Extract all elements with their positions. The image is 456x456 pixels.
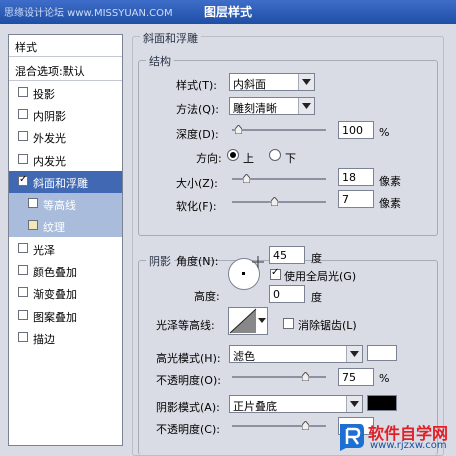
- highlight-opacity-label: 不透明度(O):: [156, 374, 221, 387]
- style-item-outer-glow[interactable]: 外发光: [9, 126, 122, 148]
- highlight-mode-label: 高光模式(H):: [156, 352, 221, 365]
- checkbox[interactable]: [18, 265, 28, 275]
- shadow-color-swatch[interactable]: [367, 395, 397, 411]
- bevel-emboss-legend: 斜面和浮雕: [140, 30, 201, 46]
- size-input[interactable]: 18: [338, 168, 374, 186]
- angle-label: 角度(N):: [176, 255, 219, 268]
- style-item-inner-glow[interactable]: 内发光: [9, 149, 122, 171]
- technique-label: 方法(Q):: [176, 103, 219, 116]
- checkbox[interactable]: [18, 109, 28, 119]
- checkbox[interactable]: [18, 243, 28, 253]
- chevron-down-icon: [350, 351, 359, 357]
- highlight-color-swatch[interactable]: [367, 345, 397, 361]
- style-item-color-overlay[interactable]: 颜色叠加: [9, 260, 122, 282]
- checkbox[interactable]: [28, 220, 38, 230]
- antialias-checkbox[interactable]: [283, 318, 294, 329]
- style-label: 样式(T):: [176, 79, 218, 92]
- crosshair-icon: [252, 256, 264, 268]
- dial-center-dot: [242, 272, 245, 275]
- slider-thumb[interactable]: [235, 125, 242, 134]
- depth-label: 深度(D):: [176, 128, 219, 141]
- style-select[interactable]: 内斜面: [229, 73, 315, 91]
- shadow-mode-label: 阴影模式(A):: [156, 401, 220, 414]
- style-list: 样式 混合选项:默认 投影 内阴影 外发光 内发光 斜面和浮雕 等高线 纹理 光…: [8, 34, 123, 446]
- soften-input[interactable]: 7: [338, 190, 374, 208]
- depth-input[interactable]: 100: [338, 121, 374, 139]
- direction-down-radio[interactable]: [269, 149, 281, 161]
- slider-thumb[interactable]: [243, 174, 250, 183]
- style-item-contour[interactable]: 等高线: [9, 193, 122, 215]
- checkbox[interactable]: [18, 287, 28, 297]
- slider-thumb[interactable]: [302, 421, 309, 430]
- chevron-down-icon: [258, 318, 266, 323]
- chevron-down-icon: [350, 401, 359, 407]
- slider-thumb[interactable]: [271, 197, 278, 206]
- direction-label: 方向:: [196, 152, 222, 165]
- antialias-label: 消除锯齿(L): [298, 319, 357, 332]
- highlight-opacity-unit: %: [379, 372, 390, 385]
- style-item-drop-shadow[interactable]: 投影: [9, 82, 122, 104]
- style-item-gradient-overlay[interactable]: 渐变叠加: [9, 282, 122, 304]
- checkbox[interactable]: [18, 332, 28, 342]
- global-light-checkbox[interactable]: [270, 267, 281, 280]
- logo-url: www.rjzxw.com: [370, 440, 447, 451]
- title-bar: 思缘设计论坛 www.MISSYUAN.COM 图层样式: [0, 0, 456, 24]
- shadow-opacity-slider[interactable]: [232, 421, 326, 430]
- depth-slider[interactable]: [232, 125, 326, 134]
- style-item-stroke[interactable]: 描边: [9, 327, 122, 349]
- checkbox[interactable]: [18, 174, 28, 186]
- highlight-opacity-slider[interactable]: [232, 372, 326, 381]
- shadow-opacity-label: 不透明度(C):: [156, 423, 220, 436]
- depth-unit: %: [379, 126, 390, 139]
- style-item-texture[interactable]: 纹理: [9, 215, 122, 237]
- styles-header[interactable]: 样式: [9, 35, 122, 57]
- chevron-down-icon: [302, 79, 311, 85]
- site-logo: 软件自学网 www.rjzxw.com: [336, 418, 456, 454]
- style-item-inner-shadow[interactable]: 内阴影: [9, 104, 122, 126]
- shading-legend: 阴影: [146, 253, 174, 269]
- angle-unit: 度: [311, 252, 322, 265]
- angle-input[interactable]: 45: [269, 246, 305, 264]
- size-slider[interactable]: [232, 174, 326, 183]
- altitude-unit: 度: [311, 291, 322, 304]
- checkbox[interactable]: [18, 310, 28, 320]
- dialog-title: 图层样式: [203, 5, 252, 19]
- soften-label: 软化(F):: [176, 200, 217, 213]
- gloss-contour-label: 光泽等高线:: [156, 319, 215, 332]
- style-item-bevel-emboss[interactable]: 斜面和浮雕: [9, 171, 122, 193]
- global-light-label: 使用全局光(G): [284, 270, 357, 283]
- style-item-pattern-overlay[interactable]: 图案叠加: [9, 305, 122, 327]
- highlight-opacity-input[interactable]: 75: [338, 368, 374, 386]
- direction-up-radio[interactable]: [227, 149, 239, 161]
- chevron-down-icon: [302, 103, 311, 109]
- checkbox[interactable]: [18, 154, 28, 164]
- highlight-mode-select[interactable]: 滤色: [229, 345, 363, 363]
- size-unit: 像素: [379, 175, 401, 188]
- soften-slider[interactable]: [232, 197, 326, 206]
- style-item-satin[interactable]: 光泽: [9, 238, 122, 260]
- direction-up-label: 上: [243, 152, 254, 165]
- contour-preview-icon: [229, 308, 257, 334]
- shadow-mode-select[interactable]: 正片叠底: [229, 395, 363, 413]
- logo-mark-icon: [340, 424, 364, 451]
- size-label: 大小(Z):: [176, 177, 218, 190]
- gloss-contour-picker[interactable]: [228, 307, 268, 335]
- altitude-label: 高度:: [194, 290, 220, 303]
- checkbox[interactable]: [18, 87, 28, 97]
- technique-select[interactable]: 雕刻清晰: [229, 97, 315, 115]
- altitude-input[interactable]: 0: [269, 285, 305, 303]
- structure-legend: 结构: [146, 53, 174, 69]
- settings-panel: 斜面和浮雕 结构 样式(T): 内斜面 方法(Q): 雕刻清晰 深度(D): 1…: [128, 28, 450, 456]
- checkbox[interactable]: [18, 131, 28, 141]
- checkbox[interactable]: [28, 198, 38, 208]
- slider-thumb[interactable]: [302, 372, 309, 381]
- direction-down-label: 下: [285, 152, 296, 165]
- blend-options-item[interactable]: 混合选项:默认: [9, 59, 122, 81]
- soften-unit: 像素: [379, 197, 401, 210]
